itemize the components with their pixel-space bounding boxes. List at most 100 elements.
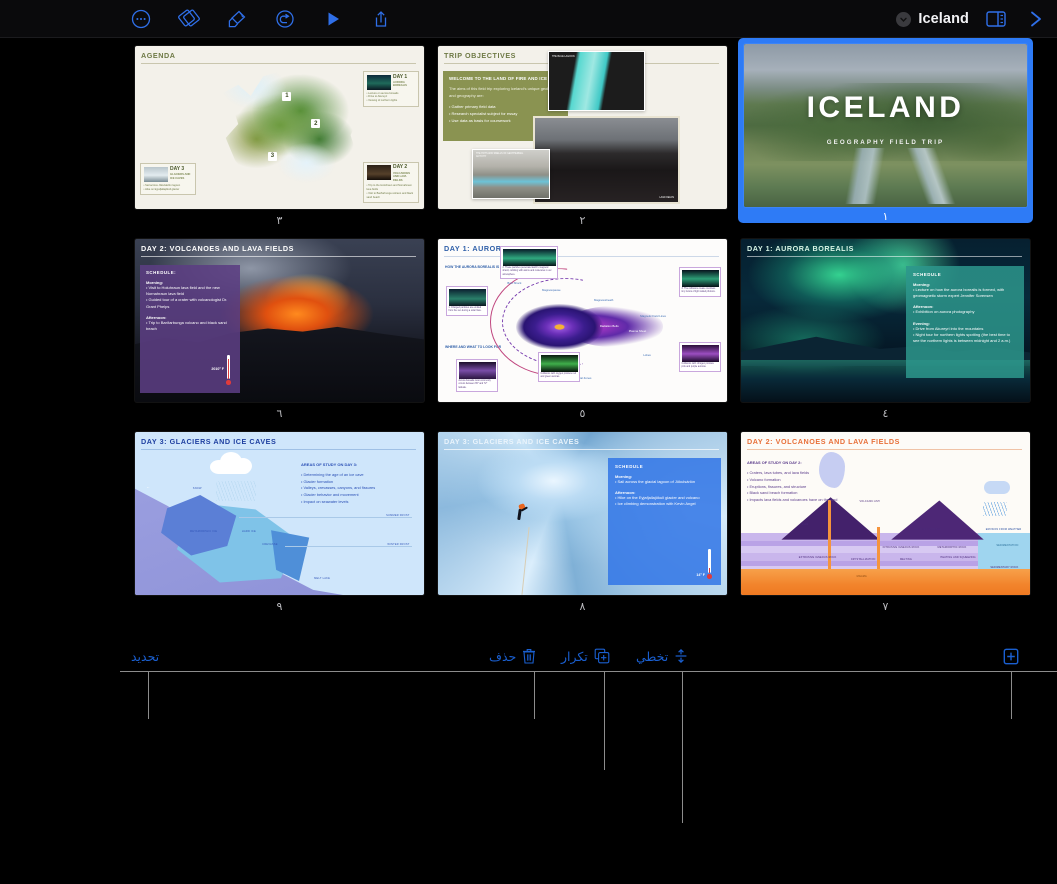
annotation-select-label: تحديد xyxy=(131,649,160,664)
navigator-icon[interactable] xyxy=(176,6,202,32)
title-rule xyxy=(747,449,1022,450)
slide-thumbnail-volcano-diagram[interactable]: DAY 2: VOLCANOES AND LAVA FIELDS VOLCANI… xyxy=(741,432,1030,595)
slide-thumbnail-agenda[interactable]: AGENDA 1 2 3 DAY 1 AURORA BOREALIS • Lec… xyxy=(135,46,424,209)
chevron-down-icon[interactable] xyxy=(896,11,912,27)
slide-number: ١ xyxy=(882,210,889,223)
card-thumb-aurora xyxy=(366,74,391,90)
annotation-delete[interactable]: حذف xyxy=(489,648,536,664)
leader-line-add xyxy=(1011,671,1013,719)
slide-thumbnail-glacier-diagram[interactable]: DAY 3: GLACIERS AND ICE CAVES SNOW METAM… xyxy=(135,432,424,595)
diagram-label-heating-squeezing: HEATING AND SQUEEZING xyxy=(940,555,976,559)
presentation-app: Iceland AGENDA 1 2 3 DAY 1 AURORA BOREAL… xyxy=(0,0,1057,884)
diagram-label-erosion: EROSION FROM WEATHER xyxy=(985,528,1022,532)
slide-number: ٥ xyxy=(579,407,586,420)
slide-cell[interactable]: DAY 1: AURORA BOREALIS HOW THE AURORA BO… xyxy=(431,235,734,428)
caption-text: 3. The collisions create countless tiny … xyxy=(681,288,716,294)
annotation-delete-label: حذف xyxy=(489,648,517,664)
annotation-baseline xyxy=(120,671,1057,672)
diagram-label-magma: MAGMA xyxy=(856,575,867,579)
slide-number: ٦ xyxy=(276,407,283,420)
cloud-icon xyxy=(983,480,1010,494)
slide-thumbnail-cover[interactable]: ICELAND GEOGRAPHY FIELD TRIP ١ xyxy=(738,38,1033,223)
slide-cell[interactable]: DAY 3: GLACIERS AND ICE CAVES SNOW METAM… xyxy=(128,428,431,621)
card-image xyxy=(540,354,578,372)
slide-cell[interactable]: DAY 2: VOLCANOES AND LAVA FIELDS SCHEDUL… xyxy=(128,235,431,428)
rain-graphic xyxy=(982,502,1007,517)
duplicate-icon[interactable] xyxy=(594,648,610,664)
diagram-label-hard-ice: HARD ICE xyxy=(241,529,256,533)
document-title-group[interactable]: Iceland xyxy=(896,11,969,27)
diagram-label-metamorphic-rock: METAMORPHIC ROCK xyxy=(937,546,967,550)
card-day: DAY 1 xyxy=(393,73,408,80)
slide-cell[interactable]: TRIP OBJECTIVES WELCOME TO THE LAND OF F… xyxy=(431,42,734,235)
skip-icon[interactable] xyxy=(674,648,688,664)
diagram-caption-card-5: Collisions with oxygen produce red and g… xyxy=(538,352,580,383)
diagram-label-lobes: Lobes xyxy=(643,353,651,358)
slide-cell[interactable]: DAY 1: AURORA BOREALIS SCHEDULE Morning:… xyxy=(734,235,1037,428)
slide-thumbnail-aurora-photo[interactable]: DAY 1: AURORA BOREALIS SCHEDULE Morning:… xyxy=(741,239,1030,402)
objectives-bullet: • Gather primary field data xyxy=(449,104,496,110)
diagram-label-crystallization: CRYSTALLIZATION xyxy=(850,557,876,561)
slide-cell[interactable]: DAY 2: VOLCANOES AND LAVA FIELDS VOLCANI… xyxy=(734,428,1037,621)
annotation-skip[interactable]: تخطي xyxy=(636,648,688,664)
card-bullet: • Viewing of northern lights xyxy=(366,99,398,103)
slide-cell-selected[interactable]: ICELAND GEOGRAPHY FIELD TRIP ١ xyxy=(734,38,1037,235)
agenda-card-day3: DAY 3 GLACIERS AND ICE CAVES • Sail acro… xyxy=(140,163,196,195)
slide-number: ٧ xyxy=(882,600,889,613)
slide-title: DAY 3: GLACIERS AND ICE CAVES xyxy=(444,437,580,446)
card-image xyxy=(448,288,486,306)
areas-heading: AREAS OF STUDY ON DAY 2: xyxy=(747,460,802,465)
slide-title: DAY 1: AURORA BOREALIS xyxy=(444,244,552,253)
photo-vestrahorn: LAVA FIELDS xyxy=(533,116,680,204)
card-thumb-volcano xyxy=(366,165,391,181)
diagram-label-winter-frost: WINTER FROST xyxy=(387,542,410,546)
next-icon[interactable] xyxy=(1023,6,1049,32)
more-options-icon[interactable] xyxy=(128,6,154,32)
photo-geothermal: THE HOTS AND SMELLS OF GEOTHERMAL ACTIVI… xyxy=(472,149,550,199)
slide-cell[interactable]: AGENDA 1 2 3 DAY 1 AURORA BOREALIS • Lec… xyxy=(128,42,431,235)
document-title: Iceland xyxy=(918,11,969,27)
slide-title: DAY 3: GLACIERS AND ICE CAVES xyxy=(141,437,277,446)
area-item: • Glacier behavior and movement xyxy=(301,491,359,497)
map-marker-1: 1 xyxy=(282,91,292,101)
diagram-label-melt-lake: MELT LAKE xyxy=(314,577,331,581)
area-item: • Impact on seawater levels xyxy=(301,498,349,504)
animate-icon[interactable] xyxy=(272,6,298,32)
caption-text: Aurora borealis most commonly occurs bet… xyxy=(458,380,491,389)
photo-caption: LAVA FIELDS xyxy=(659,196,674,199)
trash-icon[interactable] xyxy=(522,648,536,664)
slide-grid: AGENDA 1 2 3 DAY 1 AURORA BOREALIS • Lec… xyxy=(128,38,1057,640)
agenda-card-day2: DAY 2 VOLCANOES AND LAVA FIELDS • Trip t… xyxy=(363,161,419,203)
annotation-select[interactable]: تحديد xyxy=(131,649,159,664)
schedule-item: • Lecture on how the aurora borealis is … xyxy=(913,287,1005,299)
caption-text: Collisions with nitrogen produce pink an… xyxy=(681,363,714,369)
slide-thumbnail-ice-climb[interactable]: DAY 3: GLACIERS AND ICE CAVES SCHEDULE M… xyxy=(438,432,727,595)
area-item: • Volcano formation xyxy=(747,476,781,482)
card-subject: VOLCANOES AND LAVA FIELDS xyxy=(393,171,411,182)
share-icon[interactable] xyxy=(368,6,394,32)
card-image xyxy=(681,344,719,362)
photo-caption: THE HOTS AND SMELLS OF GEOTHERMAL ACTIVI… xyxy=(476,153,524,158)
caption-text: 2. These particles penetrate Earth's mag… xyxy=(502,267,552,276)
area-item: • Impacts lava fields and volcanoes have… xyxy=(747,497,838,503)
play-icon[interactable] xyxy=(320,6,346,32)
schedule-box: SCHEDULE Morning: • Lecture on how the a… xyxy=(906,266,1024,378)
area-item: • Valleys, crevasses, canyons, and fissu… xyxy=(301,485,376,491)
slide-title: DAY 2: VOLCANOES AND LAVA FIELDS xyxy=(141,244,294,253)
slide-cell[interactable]: DAY 3: GLACIERS AND ICE CAVES SCHEDULE M… xyxy=(431,428,734,621)
view-options-icon[interactable] xyxy=(983,6,1009,32)
annotation-duplicate[interactable]: تكرار xyxy=(561,648,610,664)
area-item: • Glacier formation xyxy=(301,478,334,484)
leader-line-skip xyxy=(682,671,684,823)
slide-thumbnail-objectives[interactable]: TRIP OBJECTIVES WELCOME TO THE LAND OF F… xyxy=(438,46,727,209)
format-brush-icon[interactable] xyxy=(224,6,250,32)
diagram-label-crevasse: CREVASSE xyxy=(262,542,278,546)
slide-thumbnail-volcano-photo[interactable]: DAY 2: VOLCANOES AND LAVA FIELDS SCHEDUL… xyxy=(135,239,424,402)
intrusive-body xyxy=(876,526,880,569)
diagram-label-metamorphic-ice: METAMORPHIC ICE xyxy=(189,529,218,533)
add-icon[interactable] xyxy=(1003,648,1019,665)
annotation-add-slide[interactable] xyxy=(1003,648,1019,665)
slide-title: DAY 1: AURORA BOREALIS xyxy=(747,244,855,253)
slide-thumbnail-aurora-diagram[interactable]: DAY 1: AURORA BOREALIS HOW THE AURORA BO… xyxy=(438,239,727,402)
slide-number: ٢ xyxy=(579,214,586,227)
